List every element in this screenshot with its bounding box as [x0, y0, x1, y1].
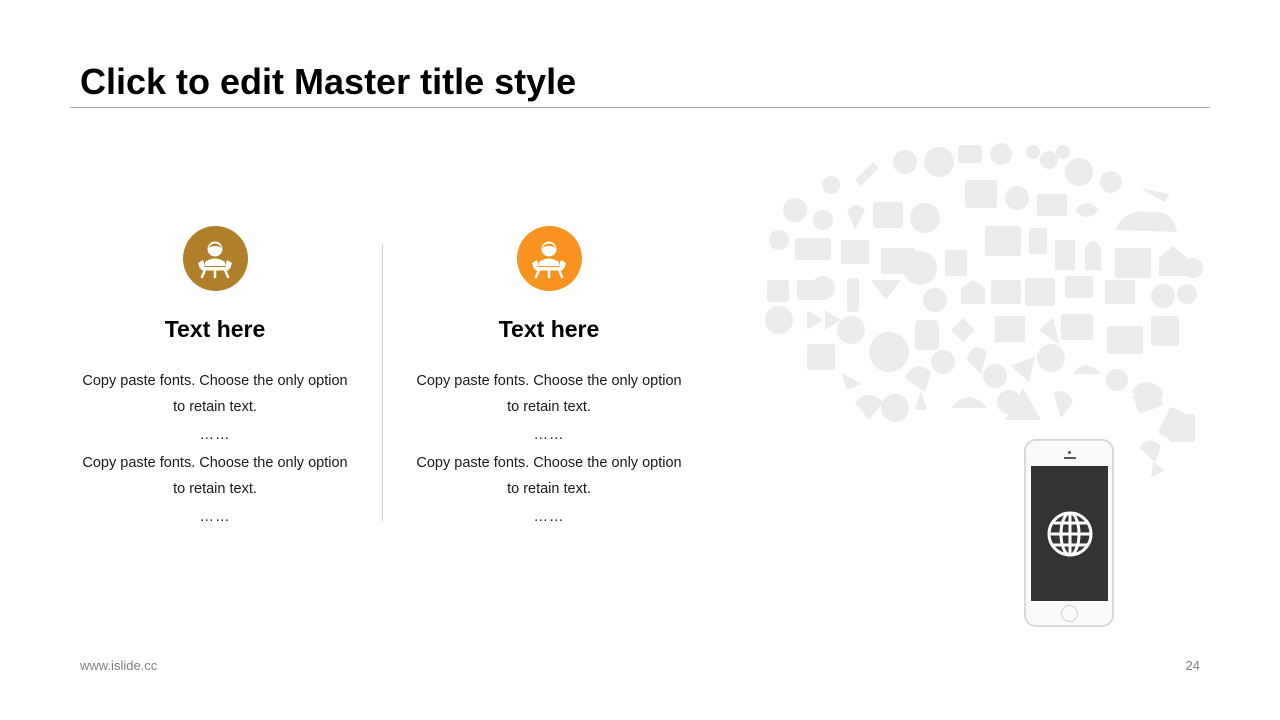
user-at-desk-icon: [516, 226, 582, 291]
body-text-line: Copy paste fonts. Choose the only option: [82, 373, 348, 389]
body-text-line: to retain text.: [173, 481, 257, 497]
user-at-desk-glyph: [198, 241, 232, 278]
user-at-desk-glyph: [532, 241, 566, 278]
phone-camera: [1068, 451, 1071, 454]
page-number: 24: [1185, 658, 1200, 673]
body-text-line: Copy paste fonts. Choose the only option: [416, 455, 682, 471]
user-at-desk-icon: [182, 226, 248, 291]
smartphone-illustration: [1024, 439, 1114, 627]
column-divider: [382, 244, 383, 521]
column-heading: Text here: [498, 316, 600, 342]
column-body: Copy paste fonts. Choose the only option…: [70, 368, 360, 532]
ellipsis-text: ……: [533, 427, 565, 443]
column-heading: Text here: [164, 316, 266, 342]
body-text-line: Copy paste fonts. Choose the only option: [416, 373, 682, 389]
feature-column-1: Text here Copy paste fonts. Choose the o…: [70, 226, 360, 532]
ellipsis-text: ……: [533, 509, 565, 525]
body-text-line: Copy paste fonts. Choose the only option: [82, 455, 348, 471]
body-text-line: to retain text.: [507, 399, 591, 415]
social-media-icon-cloud: [765, 143, 1203, 478]
ellipsis-text: ……: [199, 509, 231, 525]
body-text-line: to retain text.: [507, 481, 591, 497]
feature-column-2: Text here Copy paste fonts. Choose the o…: [404, 226, 694, 532]
column-body: Copy paste fonts. Choose the only option…: [404, 368, 694, 532]
slide-title: Click to edit Master title style: [80, 61, 577, 102]
ellipsis-text: ……: [199, 427, 231, 443]
body-text-line: to retain text.: [173, 399, 257, 415]
phone-screen: [1031, 466, 1108, 601]
phone-speaker: [1064, 457, 1076, 459]
footer-url: www.islide.cc: [80, 658, 158, 673]
globe-icon: [1047, 511, 1092, 556]
title-underline: [70, 107, 1210, 108]
phone-home-button: [1061, 605, 1078, 622]
